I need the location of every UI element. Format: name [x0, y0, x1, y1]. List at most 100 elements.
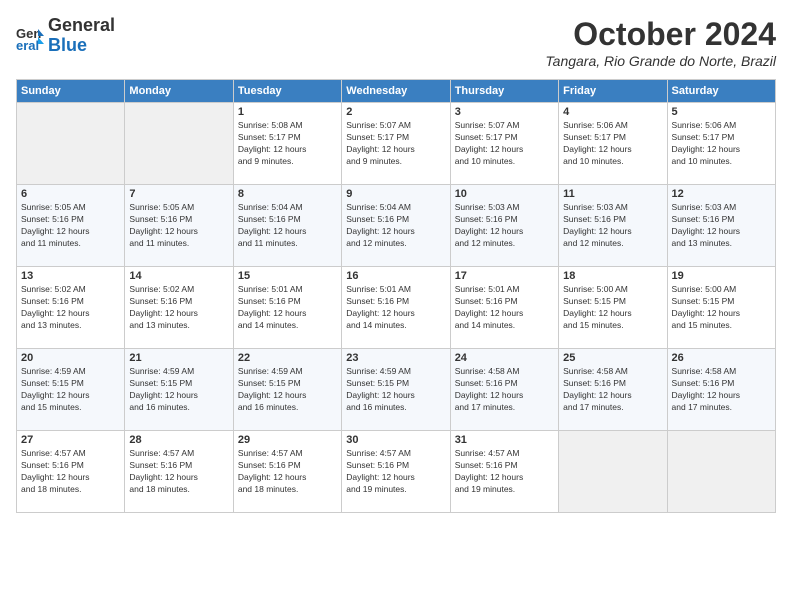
calendar-weekday-friday: Friday [559, 80, 667, 103]
calendar-cell: 28Sunrise: 4:57 AM Sunset: 5:16 PM Dayli… [125, 431, 233, 513]
calendar-cell: 22 Sunrise: 4:59 AM Sunset: 5:15 PM Dayli… [233, 349, 341, 431]
calendar-cell: 30 Sunrise: 4:57 AM Sunset: 5:16 PM Dayli… [342, 431, 450, 513]
day-number: 23 [346, 352, 445, 364]
day-number: 27 [21, 434, 120, 446]
calendar-cell [667, 431, 775, 513]
day-info: Sunrise: 5:00 AM Sunset: 5:15 PM Dayligh… [563, 284, 662, 332]
day-number: 8 [238, 188, 337, 200]
calendar-cell: 20 Sunrise: 4:59 AM Sunset: 5:15 PM Dayli… [17, 349, 125, 431]
day-info: Sunrise: 5:05 AM Sunset: 5:16 PM Dayligh… [21, 202, 120, 250]
day-number: 4 [563, 106, 662, 118]
month-title: October 2024 [545, 16, 776, 53]
day-info: Sunrise: 4:58 AM Sunset: 5:16 PM Dayligh… [563, 366, 662, 414]
day-number: 20 [21, 352, 120, 364]
logo-blue: Blue [48, 36, 115, 56]
calendar-weekday-tuesday: Tuesday [233, 80, 341, 103]
calendar-cell: 17 Sunrise: 5:01 AM Sunset: 5:16 PM Dayli… [450, 267, 558, 349]
calendar-cell: 18Sunrise: 5:00 AM Sunset: 5:15 PM Dayli… [559, 267, 667, 349]
calendar-cell: 21 Sunrise: 4:59 AM Sunset: 5:15 PM Dayli… [125, 349, 233, 431]
day-info: Sunrise: 4:59 AM Sunset: 5:15 PM Dayligh… [21, 366, 120, 414]
calendar-cell: 9 Sunrise: 5:04 AM Sunset: 5:16 PM Daylig… [342, 185, 450, 267]
day-info: Sunrise: 5:05 AM Sunset: 5:16 PM Dayligh… [129, 202, 228, 250]
calendar-week-1: 1Sunrise: 5:08 AM Sunset: 5:17 PM Daylig… [17, 103, 776, 185]
calendar-cell: 6 Sunrise: 5:05 AM Sunset: 5:16 PM Daylig… [17, 185, 125, 267]
calendar-cell: 23 Sunrise: 4:59 AM Sunset: 5:15 PM Dayli… [342, 349, 450, 431]
day-number: 9 [346, 188, 445, 200]
calendar-cell: 8Sunrise: 5:04 AM Sunset: 5:16 PM Daylig… [233, 185, 341, 267]
day-info: Sunrise: 5:01 AM Sunset: 5:16 PM Dayligh… [455, 284, 554, 332]
calendar-cell: 10 Sunrise: 5:03 AM Sunset: 5:16 PM Dayli… [450, 185, 558, 267]
day-number: 31 [455, 434, 554, 446]
logo: Gen eral General Blue [16, 16, 115, 56]
day-info: Sunrise: 5:07 AM Sunset: 5:17 PM Dayligh… [346, 120, 445, 168]
day-number: 11 [563, 188, 662, 200]
calendar-cell: 13Sunrise: 5:02 AM Sunset: 5:16 PM Dayli… [17, 267, 125, 349]
calendar-cell: 19Sunrise: 5:00 AM Sunset: 5:15 PM Dayli… [667, 267, 775, 349]
calendar-cell: 27 Sunrise: 4:57 AM Sunset: 5:16 PM Dayli… [17, 431, 125, 513]
calendar-week-3: 13 Sunrise: 5:02 AM Sunset: 5:16 PM Dayli… [17, 267, 776, 349]
day-number: 29 [238, 434, 337, 446]
calendar-cell: 26 Sunrise: 4:58 AM Sunset: 5:16 PM Dayli… [667, 349, 775, 431]
calendar-cell: 25 Sunrise: 4:58 AM Sunset: 5:16 PM Dayli… [559, 349, 667, 431]
calendar: SundayMondayTuesdayWednesdayThursdayFrid… [16, 79, 776, 513]
day-number: 26 [672, 352, 771, 364]
day-info: Sunrise: 4:57 AM Sunset: 5:16 PM Dayligh… [346, 448, 445, 496]
day-info: Sunrise: 5:08 AM Sunset: 5:17 PM Dayligh… [238, 120, 337, 168]
day-number: 12 [672, 188, 771, 200]
day-info: Sunrise: 5:01 AM Sunset: 5:16 PM Dayligh… [238, 284, 337, 332]
calendar-week-5: 27 Sunrise: 4:57 AM Sunset: 5:16 PM Dayli… [17, 431, 776, 513]
calendar-weekday-monday: Monday [125, 80, 233, 103]
calendar-cell: 29 Sunrise: 4:57 AM Sunset: 5:16 PM Dayli… [233, 431, 341, 513]
day-info: Sunrise: 5:04 AM Sunset: 5:16 PM Dayligh… [346, 202, 445, 250]
day-info: Sunrise: 5:02 AM Sunset: 5:16 PM Dayligh… [129, 284, 228, 332]
calendar-weekday-sunday: Sunday [17, 80, 125, 103]
day-number: 21 [129, 352, 228, 364]
day-info: Sunrise: 4:58 AM Sunset: 5:16 PM Dayligh… [672, 366, 771, 414]
calendar-cell: 14 Sunrise: 5:02 AM Sunset: 5:16 PM Dayli… [125, 267, 233, 349]
calendar-body: 1Sunrise: 5:08 AM Sunset: 5:17 PM Daylig… [17, 103, 776, 513]
day-info: Sunrise: 5:00 AM Sunset: 5:15 PM Dayligh… [672, 284, 771, 332]
calendar-cell: 5Sunrise: 5:06 AM Sunset: 5:17 PM Daylig… [667, 103, 775, 185]
day-number: 6 [21, 188, 120, 200]
calendar-cell [125, 103, 233, 185]
day-info: Sunrise: 5:03 AM Sunset: 5:16 PM Dayligh… [455, 202, 554, 250]
calendar-cell: 31Sunrise: 4:57 AM Sunset: 5:16 PM Dayli… [450, 431, 558, 513]
day-info: Sunrise: 5:01 AM Sunset: 5:16 PM Dayligh… [346, 284, 445, 332]
calendar-weekday-saturday: Saturday [667, 80, 775, 103]
day-number: 3 [455, 106, 554, 118]
calendar-cell [17, 103, 125, 185]
day-number: 16 [346, 270, 445, 282]
day-number: 14 [129, 270, 228, 282]
calendar-header-row: SundayMondayTuesdayWednesdayThursdayFrid… [17, 80, 776, 103]
day-info: Sunrise: 4:58 AM Sunset: 5:16 PM Dayligh… [455, 366, 554, 414]
day-info: Sunrise: 5:03 AM Sunset: 5:16 PM Dayligh… [672, 202, 771, 250]
calendar-cell: 7 Sunrise: 5:05 AM Sunset: 5:16 PM Daylig… [125, 185, 233, 267]
day-number: 25 [563, 352, 662, 364]
day-number: 7 [129, 188, 228, 200]
day-info: Sunrise: 4:57 AM Sunset: 5:16 PM Dayligh… [238, 448, 337, 496]
day-number: 2 [346, 106, 445, 118]
day-number: 30 [346, 434, 445, 446]
svg-text:eral: eral [16, 38, 39, 52]
day-info: Sunrise: 5:07 AM Sunset: 5:17 PM Dayligh… [455, 120, 554, 168]
day-info: Sunrise: 4:57 AM Sunset: 5:16 PM Dayligh… [21, 448, 120, 496]
page-header: Gen eral General Blue October 2024 Tanga… [16, 16, 776, 69]
day-number: 5 [672, 106, 771, 118]
day-number: 15 [238, 270, 337, 282]
day-info: Sunrise: 4:59 AM Sunset: 5:15 PM Dayligh… [346, 366, 445, 414]
calendar-cell: 4Sunrise: 5:06 AM Sunset: 5:17 PM Daylig… [559, 103, 667, 185]
day-number: 17 [455, 270, 554, 282]
day-info: Sunrise: 4:59 AM Sunset: 5:15 PM Dayligh… [129, 366, 228, 414]
day-number: 28 [129, 434, 228, 446]
calendar-weekday-thursday: Thursday [450, 80, 558, 103]
day-info: Sunrise: 4:59 AM Sunset: 5:15 PM Dayligh… [238, 366, 337, 414]
day-number: 10 [455, 188, 554, 200]
day-info: Sunrise: 5:03 AM Sunset: 5:16 PM Dayligh… [563, 202, 662, 250]
calendar-week-2: 6 Sunrise: 5:05 AM Sunset: 5:16 PM Daylig… [17, 185, 776, 267]
calendar-cell: 3 Sunrise: 5:07 AM Sunset: 5:17 PM Daylig… [450, 103, 558, 185]
title-block: October 2024 Tangara, Rio Grande do Nort… [545, 16, 776, 69]
day-number: 22 [238, 352, 337, 364]
calendar-cell: 12 Sunrise: 5:03 AM Sunset: 5:16 PM Dayli… [667, 185, 775, 267]
logo-general: General [48, 16, 115, 36]
day-number: 13 [21, 270, 120, 282]
